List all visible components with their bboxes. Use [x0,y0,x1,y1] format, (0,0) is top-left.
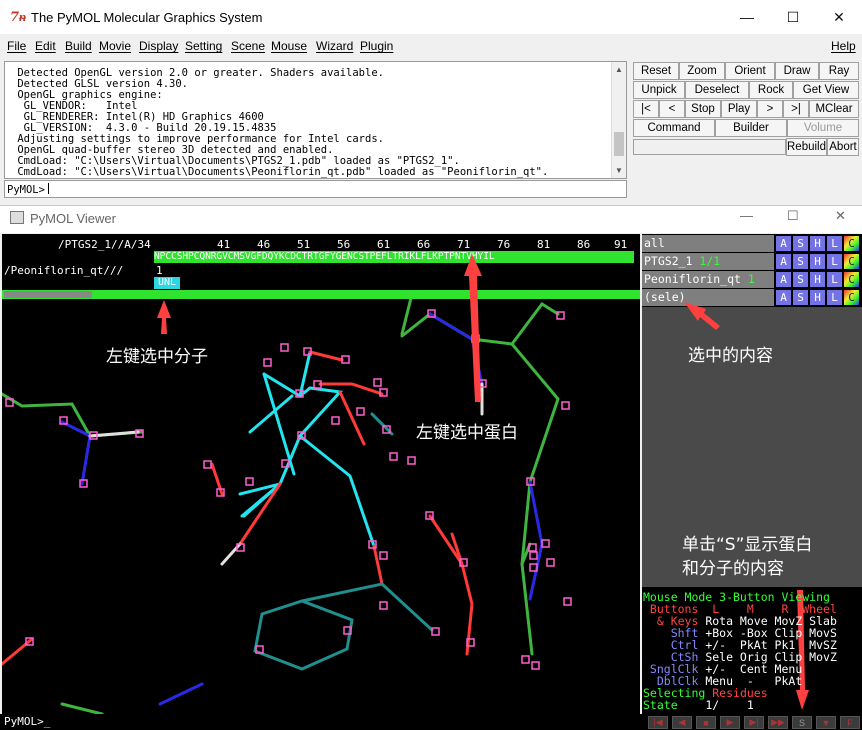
menu-edit[interactable]: Edit [35,39,56,53]
fullscreen-button[interactable]: F [840,716,860,729]
state-indicator: State 1/ 1 [643,698,754,712]
menu-bar: File Edit Build Movie Display Setting Sc… [0,36,862,58]
close-button[interactable]: ✕ [816,0,862,34]
menu-file[interactable]: File [7,39,26,53]
arrow-to-protein-icon [464,254,482,402]
builder-button[interactable]: Builder [715,119,787,137]
menu-plugin[interactable]: Plugin [360,39,393,53]
command-prompt: PyMOL> [7,184,45,196]
annotation-click-s-line2: 和分子的内容 [682,559,784,579]
menu-display[interactable]: Display [139,39,178,53]
unpick-button[interactable]: Unpick [633,81,685,99]
viewer-command-prompt[interactable]: PyMOL>_ [4,715,50,728]
menu-scene[interactable]: Scene [231,39,265,53]
sequence-toggle-button[interactable]: S [792,716,812,729]
maximize-button[interactable]: ☐ [770,0,816,34]
output-console: Detected OpenGL version 2.0 or greater. … [4,61,627,179]
scroll-down-icon[interactable]: ▼ [615,166,623,175]
viewer-maximize-button[interactable]: ☐ [787,208,799,224]
orient-button[interactable]: Orient [725,62,775,80]
console-scrollbar[interactable]: ▲ ▼ [611,62,626,178]
minimize-button[interactable]: — [724,0,770,34]
viewer-minimize-button[interactable]: — [740,208,753,223]
last-frame-icon[interactable]: ▶▶ [768,716,788,729]
mclear-button[interactable]: MClear [809,100,859,118]
scroll-thumb[interactable] [614,132,624,156]
scroll-up-icon[interactable]: ▲ [615,65,623,74]
viewer-window-icon [10,211,24,224]
arrow-to-ligand-icon [157,300,171,334]
command-button[interactable]: Command [633,119,715,137]
text-caret [47,183,49,194]
menu-build[interactable]: Build [65,39,92,53]
viewer-title: PyMOL Viewer [30,211,116,226]
reset-button[interactable]: Reset [633,62,679,80]
volume-button[interactable]: Volume [787,119,859,137]
viewer-title-bar [0,205,862,233]
annotation-overlay [157,254,482,402]
annotation-left-click-protein: 左键选中蛋白 [416,423,518,443]
stop-icon[interactable]: ■ [696,716,716,729]
end-button[interactable]: >| [783,100,809,118]
control-text-field[interactable] [633,139,786,155]
rock-button[interactable]: Rock [749,81,793,99]
get-view-button[interactable]: Get View [793,81,859,99]
object-panel: all A S H L C PTGS2_1 1/1 A S H L C Peon… [642,234,862,714]
annotation-left-click-molecule: 左键选中分子 [106,347,208,367]
deselect-button[interactable]: Deselect [685,81,749,99]
draw-button[interactable]: Draw [775,62,819,80]
arrow-to-sele-icon [684,302,720,330]
console-line: CmdLoad: "C:\Users\Virtual\Documents\Peo… [11,166,549,178]
rebuild-button[interactable]: Rebuild [786,138,827,156]
menu-setting[interactable]: Setting [185,39,222,53]
stop-button[interactable]: Stop [685,100,721,118]
pymol-logo-icon: 7ᵰ [10,10,27,25]
forward-button[interactable]: > [757,100,783,118]
chevron-down-icon[interactable]: ▼ [816,716,836,729]
viewer-close-button[interactable]: ✕ [835,208,846,224]
rewind-button[interactable]: |< [633,100,659,118]
ray-button[interactable]: Ray [819,62,859,80]
annotation-click-s-line1: 单击“S”显示蛋白 [682,535,813,555]
menu-help[interactable]: Help [831,39,856,53]
abort-button[interactable]: Abort [827,138,859,156]
command-input[interactable]: PyMOL> [4,180,627,198]
menu-movie[interactable]: Movie [99,39,131,53]
play-button[interactable]: Play [721,100,757,118]
window-title: The PyMOL Molecular Graphics System [31,10,263,25]
annotation-selected-content: 选中的内容 [688,346,773,366]
menu-wizard[interactable]: Wizard [316,39,353,53]
next-frame-icon[interactable]: ▶| [744,716,764,729]
first-frame-icon[interactable]: |◀ [648,716,668,729]
menu-mouse[interactable]: Mouse [271,39,307,53]
previous-frame-icon[interactable]: ◀ [672,716,692,729]
molecule-viewport[interactable]: /PTGS2_1//A/34 41 46 51 56 61 66 71 76 8… [2,234,640,714]
zoom-button[interactable]: Zoom [679,62,725,80]
back-button[interactable]: < [659,100,685,118]
play-icon[interactable]: ▶ [720,716,740,729]
